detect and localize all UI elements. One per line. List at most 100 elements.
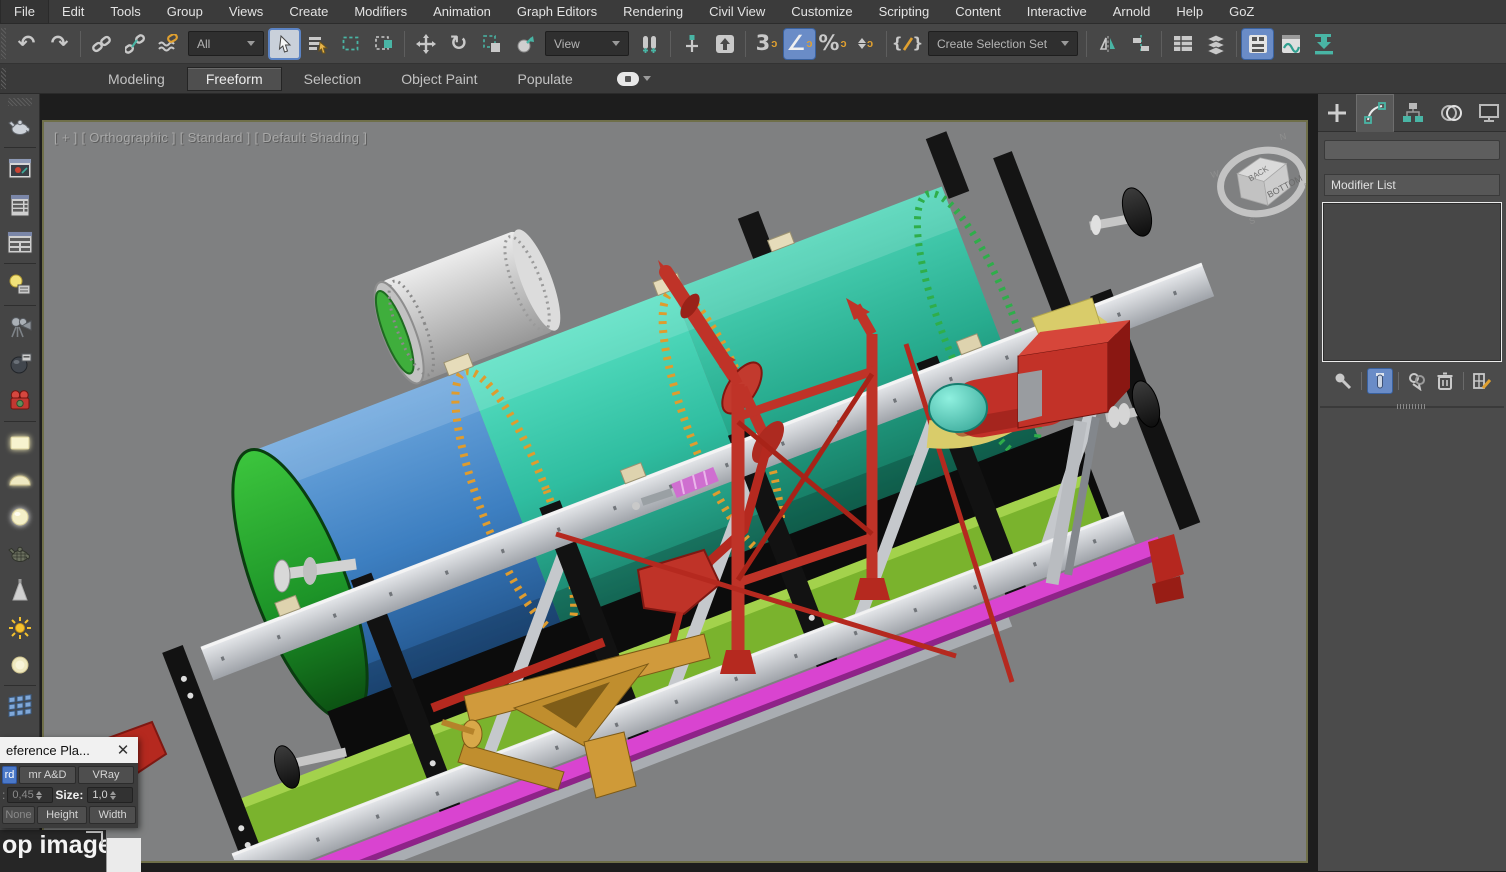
ribbon-tab-object-paint[interactable]: Object Paint <box>383 68 495 90</box>
menu-animation[interactable]: Animation <box>420 0 504 23</box>
select-and-place-icon[interactable] <box>508 28 541 60</box>
render-setup-dialog-icon[interactable] <box>2 187 38 224</box>
toggle-scene-explorer-icon[interactable] <box>1166 28 1199 60</box>
bearing-cap[interactable] <box>929 384 987 432</box>
menu-edit[interactable]: Edit <box>49 0 97 23</box>
menu-views[interactable]: Views <box>216 0 276 23</box>
ribbon-tab-modeling[interactable]: Modeling <box>90 68 183 90</box>
physical-camera-icon[interactable] <box>2 382 38 419</box>
motion-tab[interactable] <box>1432 94 1470 132</box>
modifier-stack[interactable] <box>1322 202 1502 362</box>
image-swatch[interactable] <box>106 838 141 872</box>
mirror-icon[interactable] <box>1091 28 1124 60</box>
select-and-rotate-icon[interactable]: ↻ <box>442 28 475 60</box>
modifier-list-dropdown[interactable]: Modifier List <box>1324 174 1500 196</box>
toggle-layer-explorer-icon[interactable] <box>1199 28 1232 60</box>
menu-arnold[interactable]: Arnold <box>1100 0 1164 23</box>
viewport-canvas[interactable]: BACK BOTTOM N W S E <box>44 122 1306 860</box>
viewport[interactable]: BACK BOTTOM N W S E [ + ] [ Orthographic… <box>42 120 1308 863</box>
sphere-light-icon[interactable] <box>2 498 38 535</box>
menu-content[interactable]: Content <box>942 0 1014 23</box>
make-unique-icon[interactable] <box>1404 368 1430 394</box>
use-pivot-point-center-icon[interactable] <box>633 28 666 60</box>
menu-goz[interactable]: GoZ <box>1216 0 1267 23</box>
select-and-scale-icon[interactable] <box>475 28 508 60</box>
remove-modifier-icon[interactable] <box>1432 368 1458 394</box>
toolbar-grip[interactable] <box>1 28 6 59</box>
show-end-result-icon[interactable] <box>1367 368 1393 394</box>
ribbon-tab-populate[interactable]: Populate <box>499 68 590 90</box>
render-setup-icon[interactable] <box>1307 28 1340 60</box>
menu-file[interactable]: File <box>0 0 49 24</box>
menu-help[interactable]: Help <box>1163 0 1216 23</box>
select-object-button[interactable] <box>268 28 301 60</box>
viewcube[interactable]: BACK BOTTOM N W S E <box>1205 128 1306 232</box>
rectangular-selection-region-icon[interactable] <box>334 28 367 60</box>
align-icon[interactable] <box>1124 28 1157 60</box>
spinner-snap-toggle-icon[interactable]: ɔ <box>849 28 882 60</box>
light-lister-icon[interactable] <box>2 266 38 303</box>
render-elements-icon[interactable] <box>2 224 38 261</box>
select-and-manipulate-icon[interactable] <box>675 28 708 60</box>
menu-tools[interactable]: Tools <box>97 0 153 23</box>
proxy-grid-icon[interactable] <box>2 688 38 725</box>
create-tab[interactable] <box>1318 94 1356 132</box>
height-button[interactable]: Height <box>37 806 87 824</box>
menu-interactive[interactable]: Interactive <box>1014 0 1100 23</box>
size-spinner[interactable]: 1,0 <box>87 787 133 803</box>
redo-icon[interactable]: ↷ <box>43 28 76 60</box>
select-and-move-icon[interactable] <box>409 28 442 60</box>
hierarchy-tab[interactable] <box>1394 94 1432 132</box>
pin-stack-icon[interactable] <box>1330 368 1356 394</box>
reference-coordinate-dropdown[interactable]: View <box>545 31 629 56</box>
undo-icon[interactable]: ↶ <box>10 28 43 60</box>
menu-rendering[interactable]: Rendering <box>610 0 696 23</box>
environment-sphere-icon[interactable] <box>2 345 38 382</box>
named-selection-set-dropdown[interactable]: Create Selection Set <box>928 31 1078 56</box>
ribbon-tab-freeform[interactable]: Freeform <box>187 67 282 91</box>
dialog-titlebar[interactable]: eference Pla... ✕ <box>0 737 138 763</box>
renderer-tab-standard[interactable]: rd <box>2 766 17 784</box>
snaps-toggle-3d-icon[interactable]: 3ɔ <box>750 28 783 60</box>
disc-light-icon[interactable] <box>2 646 38 683</box>
ribbon-grip[interactable] <box>1 68 6 89</box>
menu-civil-view[interactable]: Civil View <box>696 0 778 23</box>
menu-modifiers[interactable]: Modifiers <box>341 0 420 23</box>
configure-modifier-sets-icon[interactable] <box>1469 368 1495 394</box>
dome-light-icon[interactable] <box>2 461 38 498</box>
mesh-light-icon[interactable] <box>2 535 38 572</box>
toggle-ribbon-icon[interactable] <box>1241 28 1274 60</box>
film-camera-icon[interactable] <box>2 308 38 345</box>
viewport-label[interactable]: [ + ] [ Orthographic ] [ Standard ] [ De… <box>54 130 367 145</box>
locked-spinner[interactable]: 0,45 <box>7 787 53 803</box>
panel-divider[interactable] <box>1320 406 1504 408</box>
menu-scripting[interactable]: Scripting <box>866 0 943 23</box>
ies-light-icon[interactable] <box>2 572 38 609</box>
select-and-link-icon[interactable] <box>85 28 118 60</box>
selection-filter-dropdown[interactable]: All <box>188 31 264 56</box>
ribbon-tab-selection[interactable]: Selection <box>286 68 380 90</box>
keyboard-shortcut-override-icon[interactable] <box>708 28 741 60</box>
menu-create[interactable]: Create <box>276 0 341 23</box>
rendered-frame-window-icon[interactable] <box>2 150 38 187</box>
select-by-name-icon[interactable] <box>301 28 334 60</box>
window-crossing-icon[interactable] <box>367 28 400 60</box>
sun-light-icon[interactable] <box>2 609 38 646</box>
ribbon-overflow-button[interactable] <box>617 72 651 86</box>
close-icon[interactable]: ✕ <box>114 741 132 759</box>
renderer-tab-vray[interactable]: VRay <box>78 766 134 784</box>
width-button[interactable]: Width <box>89 806 136 824</box>
modify-tab[interactable] <box>1356 94 1394 132</box>
machine-model[interactable] <box>60 122 1299 860</box>
none-button[interactable]: None <box>2 806 35 824</box>
angle-snap-toggle-icon[interactable]: ∠ɔ <box>783 28 816 60</box>
percent-snap-toggle-icon[interactable]: %ɔ <box>816 28 849 60</box>
curve-editor-icon[interactable] <box>1274 28 1307 60</box>
render-teapot-icon[interactable] <box>2 108 38 145</box>
object-name-field[interactable] <box>1324 140 1500 160</box>
menu-graph-editors[interactable]: Graph Editors <box>504 0 610 23</box>
sidebar-grip[interactable] <box>8 98 32 106</box>
renderer-tab-mr[interactable]: mr A&D <box>19 766 76 784</box>
menu-customize[interactable]: Customize <box>778 0 865 23</box>
display-tab[interactable] <box>1470 94 1506 132</box>
